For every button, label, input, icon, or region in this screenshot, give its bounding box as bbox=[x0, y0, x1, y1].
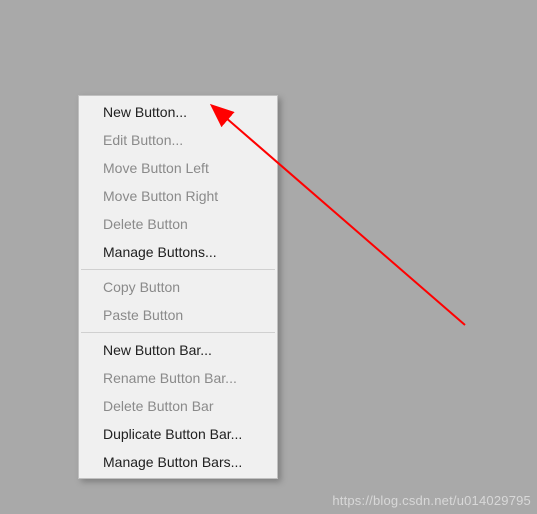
menu-item-rename-button-bar[interactable]: Rename Button Bar... bbox=[79, 364, 277, 392]
menu-separator bbox=[81, 269, 275, 270]
menu-separator bbox=[81, 332, 275, 333]
menu-item-manage-button-bars[interactable]: Manage Button Bars... bbox=[79, 448, 277, 476]
context-menu: New Button... Edit Button... Move Button… bbox=[78, 95, 278, 479]
menu-item-delete-button-bar[interactable]: Delete Button Bar bbox=[79, 392, 277, 420]
menu-item-paste-button[interactable]: Paste Button bbox=[79, 301, 277, 329]
menu-item-new-button-bar[interactable]: New Button Bar... bbox=[79, 336, 277, 364]
menu-item-new-button[interactable]: New Button... bbox=[79, 98, 277, 126]
menu-item-delete-button[interactable]: Delete Button bbox=[79, 210, 277, 238]
menu-item-move-left[interactable]: Move Button Left bbox=[79, 154, 277, 182]
menu-item-move-right[interactable]: Move Button Right bbox=[79, 182, 277, 210]
watermark-text: https://blog.csdn.net/u014029795 bbox=[332, 493, 531, 508]
menu-item-duplicate-button-bar[interactable]: Duplicate Button Bar... bbox=[79, 420, 277, 448]
menu-item-manage-buttons[interactable]: Manage Buttons... bbox=[79, 238, 277, 266]
menu-item-copy-button[interactable]: Copy Button bbox=[79, 273, 277, 301]
menu-item-edit-button[interactable]: Edit Button... bbox=[79, 126, 277, 154]
